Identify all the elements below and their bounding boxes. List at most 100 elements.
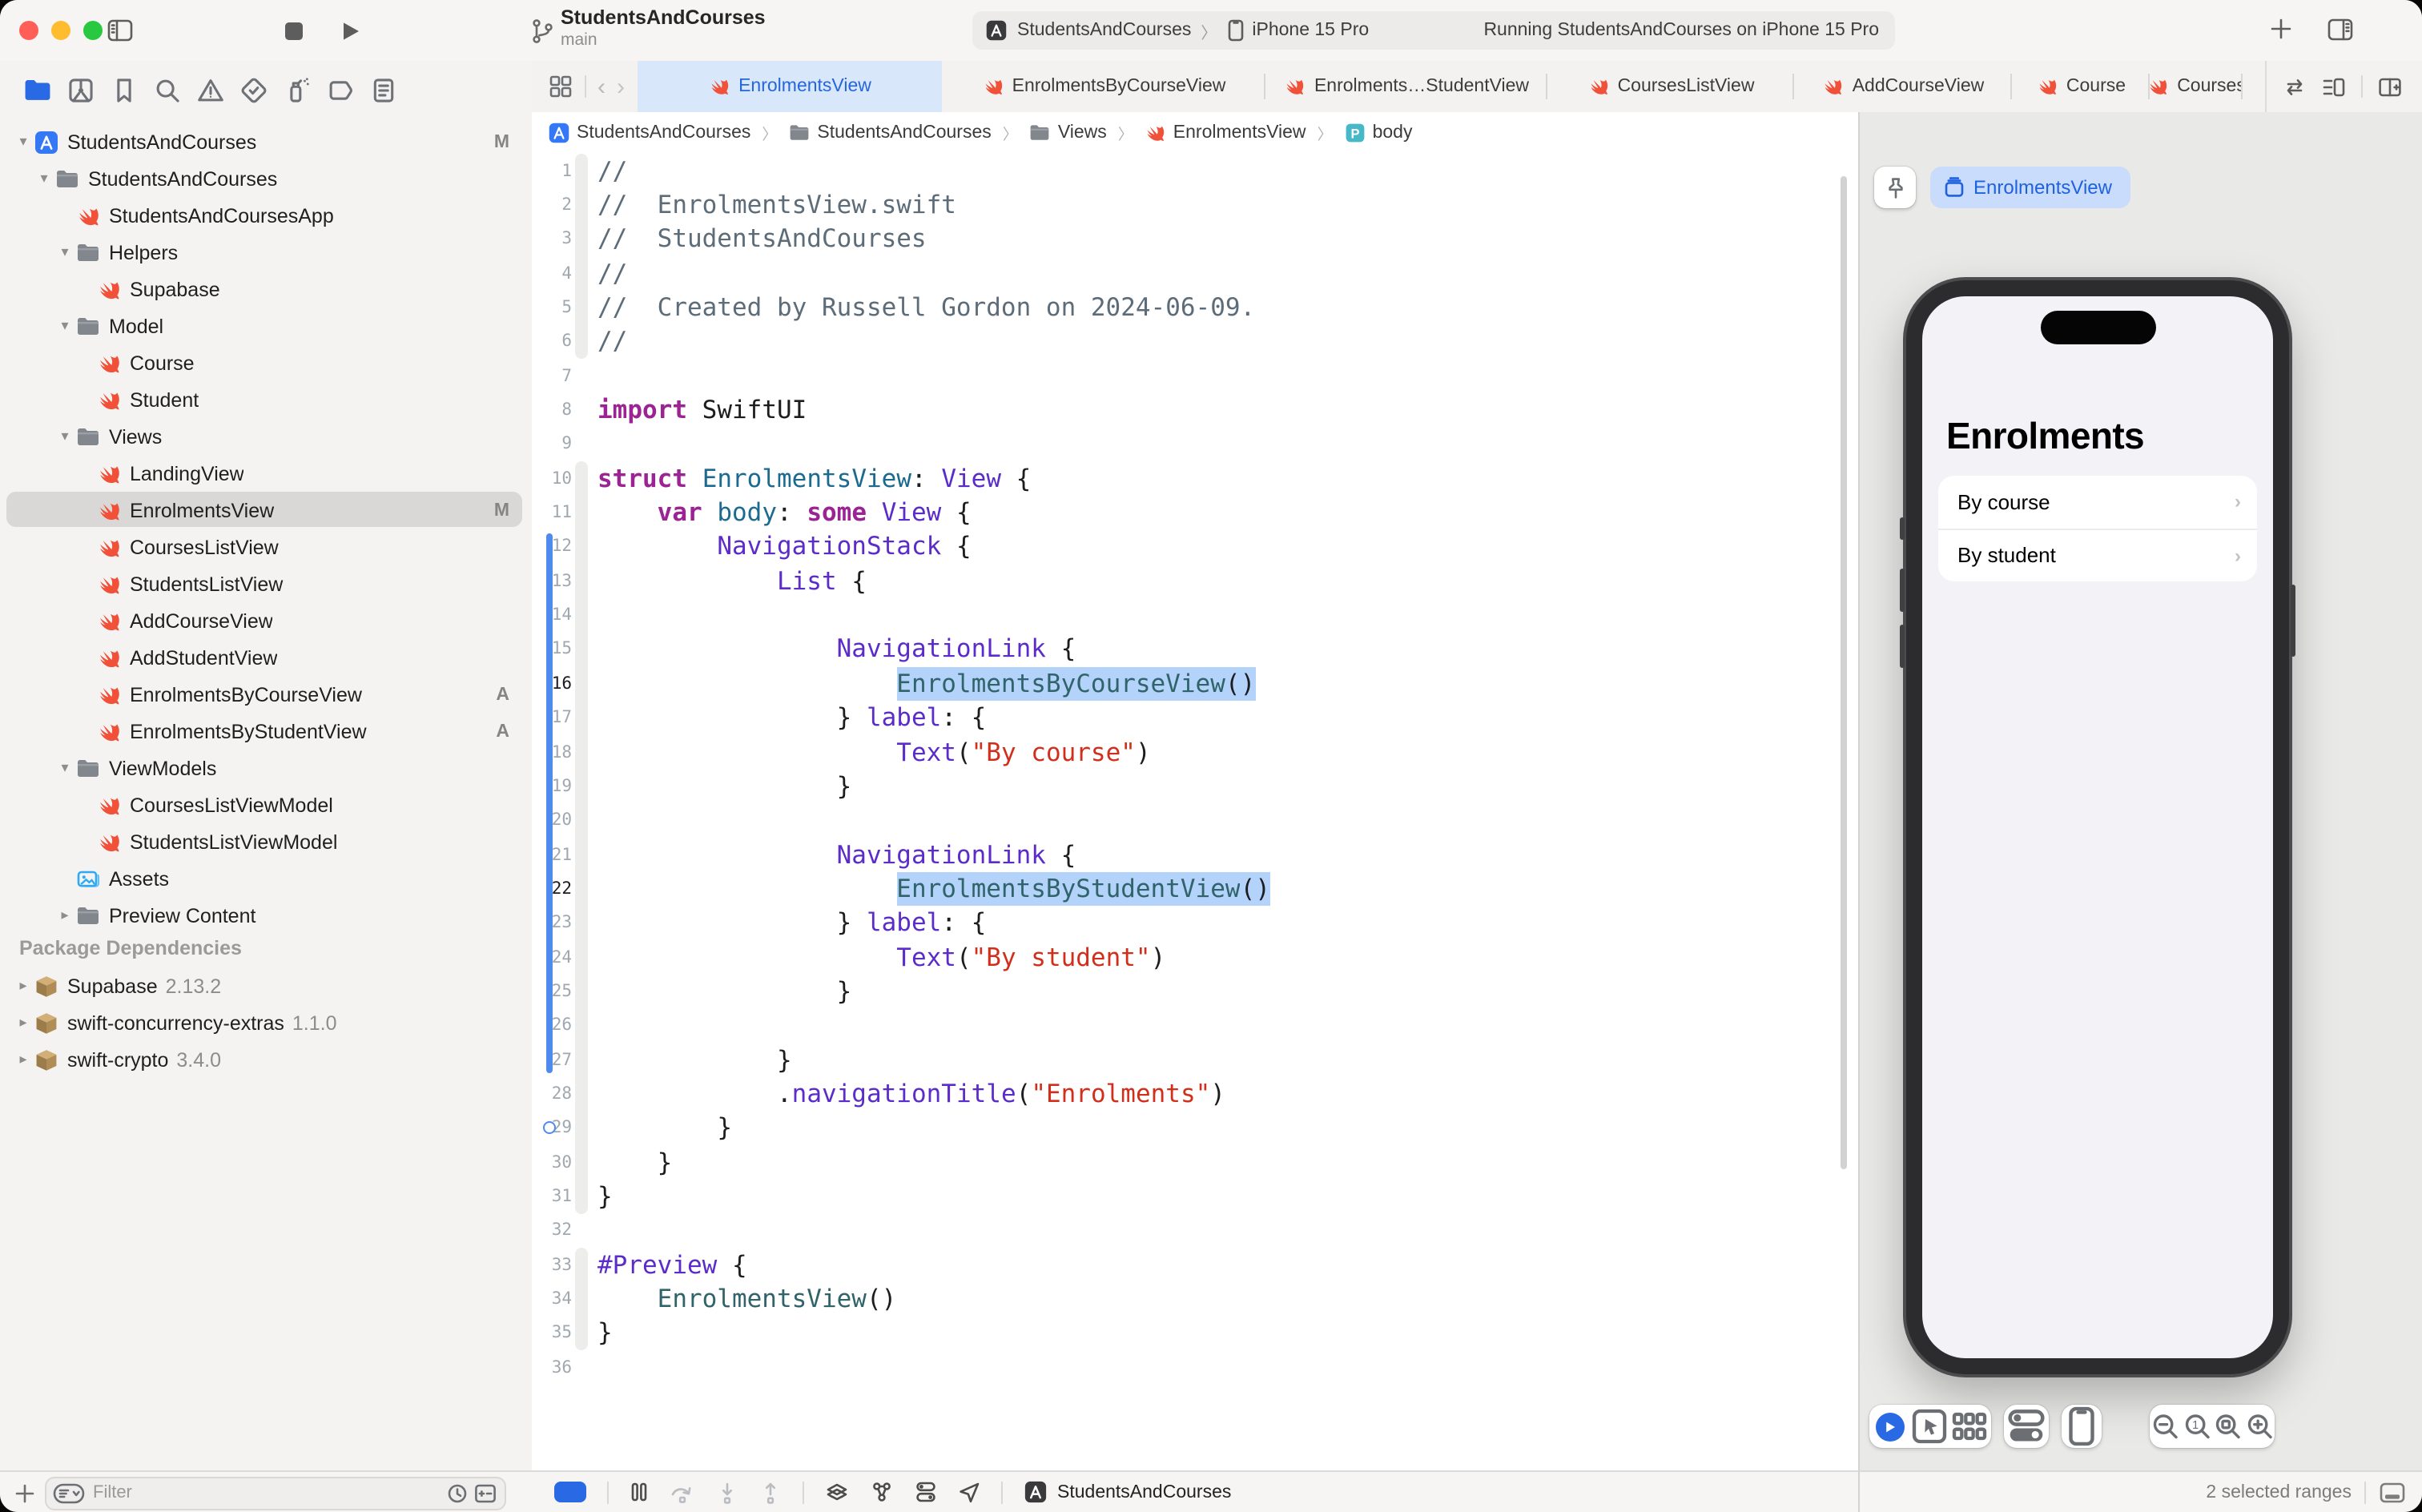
code-fold-ribbon[interactable] [575, 1248, 588, 1282]
code-fold-ribbon[interactable] [575, 324, 588, 359]
filter-options-icon[interactable] [53, 1482, 85, 1503]
disclosure-chevron-icon[interactable]: ▾ [54, 243, 75, 261]
sidebar-item-studentsandcourses[interactable]: ▾StudentsAndCourses [0, 160, 532, 197]
code-fold-ribbon[interactable] [575, 769, 588, 803]
zoom-actual-size-icon[interactable]: 1 [2181, 1405, 2212, 1448]
code-fold-ribbon[interactable] [575, 393, 588, 428]
toggle-left-sidebar-icon[interactable] [106, 16, 135, 45]
recent-files-icon[interactable] [447, 1482, 468, 1503]
zoom-to-fit-icon[interactable] [2212, 1405, 2243, 1448]
code-fold-ribbon[interactable] [575, 154, 588, 188]
code-fold-ribbon[interactable] [575, 906, 588, 940]
sidebar-item-studentslistviewmodel[interactable]: StudentsListViewModel [0, 823, 532, 860]
code-fold-ribbon[interactable] [575, 188, 588, 223]
code-fold-ribbon[interactable] [575, 940, 588, 975]
memory-graph-icon[interactable] [870, 1480, 894, 1504]
sidebar-item-addstudentview[interactable]: AddStudentView [0, 639, 532, 676]
editor-only-layout-icon[interactable] [2379, 1481, 2406, 1503]
minimize-window-button[interactable] [51, 21, 70, 40]
navigation-link-row[interactable]: By course› [1938, 476, 2257, 528]
live-preview-button[interactable] [1869, 1405, 1909, 1448]
code-fold-ribbon[interactable] [575, 1111, 588, 1145]
source-control-navigator-icon[interactable] [66, 74, 96, 105]
code-fold-ribbon[interactable] [575, 222, 588, 256]
reports-navigator-icon[interactable] [368, 74, 399, 105]
tab-EnrolmentsView[interactable]: EnrolmentsView [638, 61, 942, 112]
code-fold-ribbon[interactable] [575, 1077, 588, 1112]
breadcrumb-item[interactable]: EnrolmentsView [1173, 123, 1306, 143]
disclosure-chevron-icon[interactable]: ▾ [54, 428, 75, 445]
code-fold-ribbon[interactable] [575, 256, 588, 291]
breadcrumb-item[interactable]: StudentsAndCourses [577, 123, 750, 143]
source-code-editor[interactable]: 1//2// EnrolmentsView.swift3// StudentsA… [532, 154, 1858, 1470]
pause-execution-icon[interactable] [630, 1482, 649, 1502]
go-back-button[interactable]: ‹ [597, 73, 606, 100]
zoom-window-button[interactable] [83, 21, 103, 40]
code-fold-ribbon[interactable] [575, 975, 588, 1009]
sidebar-item-model[interactable]: ▾Model [0, 308, 532, 344]
issues-navigator-icon[interactable] [195, 74, 226, 105]
filter-field[interactable]: Filter [45, 1476, 506, 1510]
code-fold-ribbon[interactable] [575, 1350, 588, 1385]
selectable-mode-icon[interactable] [1909, 1405, 1949, 1448]
close-window-button[interactable] [19, 21, 38, 40]
sidebar-item-courseslistview[interactable]: CoursesListView [0, 529, 532, 565]
tab-CoursesListView[interactable]: CoursesListView [1547, 61, 1794, 112]
tab-EnrolmentsByCourseView[interactable]: EnrolmentsByCourseView [942, 61, 1265, 112]
breakpoints-navigator-icon[interactable] [325, 74, 356, 105]
sidebar-item-enrolmentsbystudentview[interactable]: EnrolmentsByStudentViewA [0, 713, 532, 750]
code-fold-ribbon[interactable] [575, 803, 588, 838]
sidebar-item-studentslistview[interactable]: StudentsListView [0, 565, 532, 602]
sidebar-item-courseslistviewmodel[interactable]: CoursesListViewModel [0, 786, 532, 823]
code-fold-ribbon[interactable] [575, 871, 588, 906]
editor-layout-icon[interactable] [2321, 74, 2347, 99]
add-file-button[interactable] [14, 1482, 35, 1503]
device-settings-button[interactable] [2004, 1405, 2049, 1448]
add-editor-icon[interactable] [2377, 74, 2403, 99]
simulate-location-icon[interactable] [958, 1481, 980, 1503]
zoom-out-icon[interactable] [2150, 1405, 2181, 1448]
disclosure-chevron-icon[interactable]: ▾ [13, 133, 34, 151]
code-fold-ribbon[interactable] [575, 701, 588, 735]
find-navigator-icon[interactable] [152, 74, 183, 105]
jump-bar-breadcrumb[interactable]: StudentsAndCourses〉StudentsAndCourses〉Vi… [532, 112, 1858, 154]
code-fold-ribbon[interactable] [575, 735, 588, 770]
code-fold-ribbon[interactable] [575, 666, 588, 701]
show-scm-status-icon[interactable] [474, 1482, 497, 1503]
sidebar-item-supabase[interactable]: Supabase [0, 271, 532, 308]
debug-navigator-icon[interactable] [282, 74, 312, 105]
navigation-link-row[interactable]: By student› [1938, 528, 2257, 581]
code-fold-ribbon[interactable] [575, 1213, 588, 1248]
tab-Course[interactable]: Course [2012, 61, 2150, 112]
sidebar-item-views[interactable]: ▾Views [0, 418, 532, 455]
code-fold-ribbon[interactable] [575, 633, 588, 667]
view-debugger-icon[interactable] [825, 1480, 849, 1504]
scheme-and-status-pill[interactable]: StudentsAndCourses 〉 iPhone 15 Pro Runni… [972, 11, 1895, 50]
sidebar-item-studentsandcourses[interactable]: ▾StudentsAndCoursesM [0, 123, 532, 160]
running-app-entry[interactable]: StudentsAndCourses [1024, 1480, 1231, 1504]
project-navigator-navigator-icon[interactable] [22, 74, 53, 105]
code-fold-ribbon[interactable] [575, 564, 588, 598]
package-item-swift-crypto[interactable]: ▸swift-crypto3.4.0 [0, 1041, 532, 1078]
disclosure-chevron-icon[interactable]: ▾ [54, 759, 75, 777]
preview-device-button[interactable] [2062, 1405, 2102, 1448]
sidebar-item-student[interactable]: Student [0, 381, 532, 418]
sidebar-item-addcourseview[interactable]: AddCourseView [0, 602, 532, 639]
sidebar-item-course[interactable]: Course [0, 344, 532, 381]
sidebar-item-assets[interactable]: Assets [0, 860, 532, 897]
zoom-in-icon[interactable] [2243, 1405, 2275, 1448]
go-forward-button[interactable]: › [617, 73, 625, 100]
disclosure-chevron-icon[interactable]: ▾ [54, 317, 75, 335]
sidebar-item-landingview[interactable]: LandingView [0, 455, 532, 492]
code-fold-ribbon[interactable] [575, 530, 588, 565]
stop-button[interactable] [282, 19, 306, 43]
sidebar-item-studentsandcoursesapp[interactable]: StudentsAndCoursesApp [0, 197, 532, 234]
run-button[interactable] [338, 19, 362, 43]
code-fold-ribbon[interactable] [575, 1008, 588, 1043]
bookmarks-navigator-icon[interactable] [109, 74, 139, 105]
code-fold-ribbon[interactable] [575, 1180, 588, 1214]
tests-navigator-icon[interactable] [239, 74, 269, 105]
code-fold-ribbon[interactable] [575, 1145, 588, 1180]
disclosure-chevron-icon[interactable]: ▸ [13, 977, 34, 995]
tab-EnrolmentsStudentView[interactable]: Enrolments…StudentView [1265, 61, 1547, 112]
